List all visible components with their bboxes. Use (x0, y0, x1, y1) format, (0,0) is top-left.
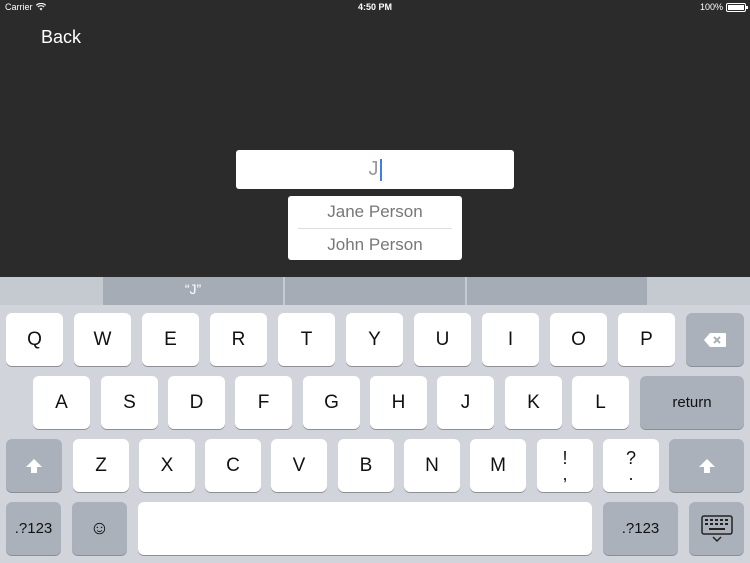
shift-icon (26, 458, 42, 473)
backspace-icon (704, 332, 726, 347)
key-z[interactable]: Z (73, 439, 129, 492)
key-g[interactable]: G (303, 376, 360, 429)
battery-group: 100% (699, 2, 748, 12)
key-q[interactable]: Q (6, 313, 63, 366)
key-period-label: . (628, 463, 634, 484)
key-d[interactable]: D (168, 376, 225, 429)
numbers-key-left[interactable]: .?123 (6, 502, 61, 555)
clock: 4:50 PM (357, 2, 392, 12)
suggestion-jane[interactable]: Jane Person (288, 196, 462, 228)
hide-keyboard-key[interactable] (689, 502, 744, 555)
key-f[interactable]: F (235, 376, 292, 429)
emoji-key[interactable]: ☺ (72, 502, 127, 555)
text-caret (379, 158, 382, 181)
keyboard: “J” Q W E R T Y U I O P A S D F G H J K … (0, 277, 750, 563)
key-m[interactable]: M (470, 439, 526, 492)
key-y[interactable]: Y (346, 313, 403, 366)
key-p[interactable]: P (618, 313, 675, 366)
prediction-3[interactable] (467, 277, 647, 305)
key-e[interactable]: E (142, 313, 199, 366)
status-bar: Carrier 4:50 PM 100% (0, 0, 750, 15)
key-l[interactable]: L (572, 376, 629, 429)
shift-key-right[interactable] (669, 439, 744, 492)
key-comma-label: , (562, 463, 568, 484)
emoji-icon: ☺ (89, 517, 110, 539)
key-x[interactable]: X (139, 439, 195, 492)
key-a[interactable]: A (33, 376, 90, 429)
key-b[interactable]: B (338, 439, 394, 492)
key-i[interactable]: I (482, 313, 539, 366)
key-s[interactable]: S (101, 376, 158, 429)
prediction-1[interactable]: “J” (103, 277, 283, 305)
key-v[interactable]: V (271, 439, 327, 492)
key-c[interactable]: C (205, 439, 261, 492)
key-o[interactable]: O (550, 313, 607, 366)
shift-key-left[interactable] (6, 439, 62, 492)
space-bar[interactable] (138, 502, 592, 555)
key-u[interactable]: U (414, 313, 471, 366)
key-j[interactable]: J (437, 376, 494, 429)
back-button[interactable]: Back (41, 27, 81, 48)
key-k[interactable]: K (505, 376, 562, 429)
suggestion-john[interactable]: John Person (288, 229, 462, 261)
key-r[interactable]: R (210, 313, 267, 366)
hide-keyboard-icon (700, 514, 733, 542)
key-h[interactable]: H (370, 376, 427, 429)
key-exclaim-comma[interactable]: ! , (537, 439, 593, 492)
predictive-bar: “J” (0, 277, 750, 305)
battery-icon (726, 2, 748, 12)
backspace-key[interactable] (686, 313, 744, 366)
suggestion-list: Jane Person John Person (288, 196, 462, 260)
name-input-value: J (368, 158, 379, 180)
battery-label: 100% (699, 2, 723, 12)
key-question-period[interactable]: ? . (603, 439, 659, 492)
prediction-2[interactable] (285, 277, 465, 305)
numbers-key-right[interactable]: .?123 (603, 502, 678, 555)
key-w[interactable]: W (74, 313, 131, 366)
return-key[interactable]: return (640, 376, 744, 429)
name-input[interactable]: J (236, 150, 514, 189)
shift-icon (698, 458, 715, 473)
key-n[interactable]: N (404, 439, 460, 492)
key-t[interactable]: T (278, 313, 335, 366)
